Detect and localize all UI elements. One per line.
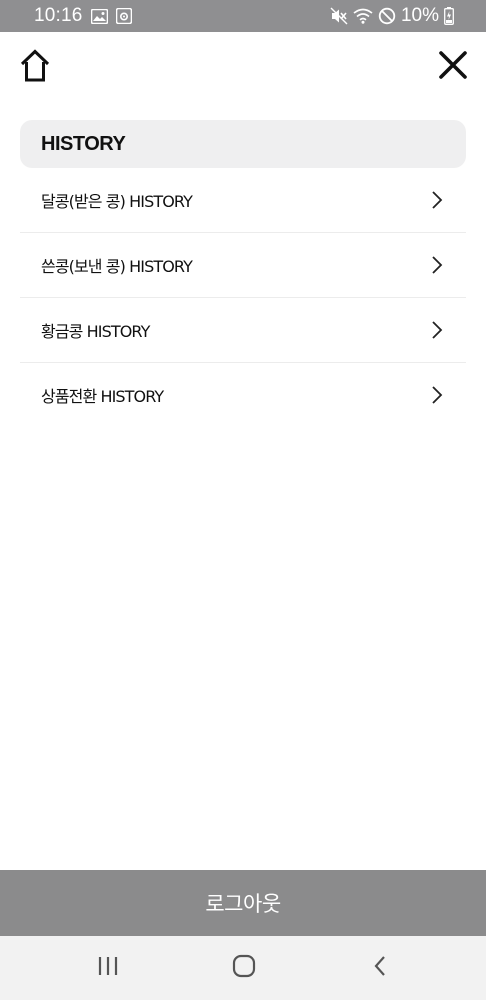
recent-apps-button[interactable]: [88, 950, 128, 986]
menu-item-label: 달콩(받은 콩) HISTORY: [41, 192, 193, 211]
menu-item-label: 황금콩 HISTORY: [41, 322, 150, 341]
battery-charging-icon: [444, 7, 454, 25]
menu-item-golden-history[interactable]: 황금콩 HISTORY: [20, 298, 466, 363]
home-icon: [19, 49, 51, 87]
battery-percent: 10%: [400, 5, 439, 26]
top-nav: [0, 32, 486, 112]
do-not-disturb-icon: [378, 7, 396, 25]
logout-label: 로그아웃: [205, 892, 281, 916]
wifi-icon: [353, 8, 373, 24]
chevron-right-icon: [430, 190, 444, 210]
menu-item-label: 쓴콩(보낸 콩) HISTORY: [41, 257, 193, 276]
recent-apps-icon: [96, 955, 120, 981]
menu-item-product-exchange-history[interactable]: 상품전환 HISTORY: [20, 363, 466, 427]
system-nav-bar: [0, 936, 486, 1000]
menu-item-label: 상품전환 HISTORY: [41, 387, 164, 406]
chevron-right-icon: [430, 320, 444, 340]
logout-button[interactable]: 로그아웃: [0, 870, 486, 936]
app-notification-icon: [115, 8, 132, 24]
status-time: 10:16: [34, 5, 83, 26]
home-circle-icon: [231, 953, 257, 983]
history-menu-list: 달콩(받은 콩) HISTORY 쓴콩(보낸 콩) HISTORY 황금콩 HI…: [20, 168, 466, 427]
chevron-right-icon: [430, 255, 444, 275]
back-icon: [371, 954, 389, 982]
home-button[interactable]: [17, 48, 53, 88]
chevron-right-icon: [430, 385, 444, 405]
close-button[interactable]: [434, 48, 472, 86]
close-icon: [439, 51, 467, 83]
menu-item-received-history[interactable]: 달콩(받은 콩) HISTORY: [20, 168, 466, 233]
image-icon: [90, 8, 108, 24]
status-bar-left: 10:16: [34, 5, 132, 27]
status-bar-right: 10%: [330, 5, 454, 27]
back-button[interactable]: [360, 950, 400, 986]
menu-item-sent-history[interactable]: 쓴콩(보낸 콩) HISTORY: [20, 233, 466, 298]
system-home-button[interactable]: [224, 950, 264, 986]
status-bar: 10:16 10%: [0, 0, 486, 32]
history-section-header: HISTORY: [20, 120, 466, 168]
section-title: HISTORY: [41, 132, 126, 155]
mute-icon: [330, 7, 348, 25]
